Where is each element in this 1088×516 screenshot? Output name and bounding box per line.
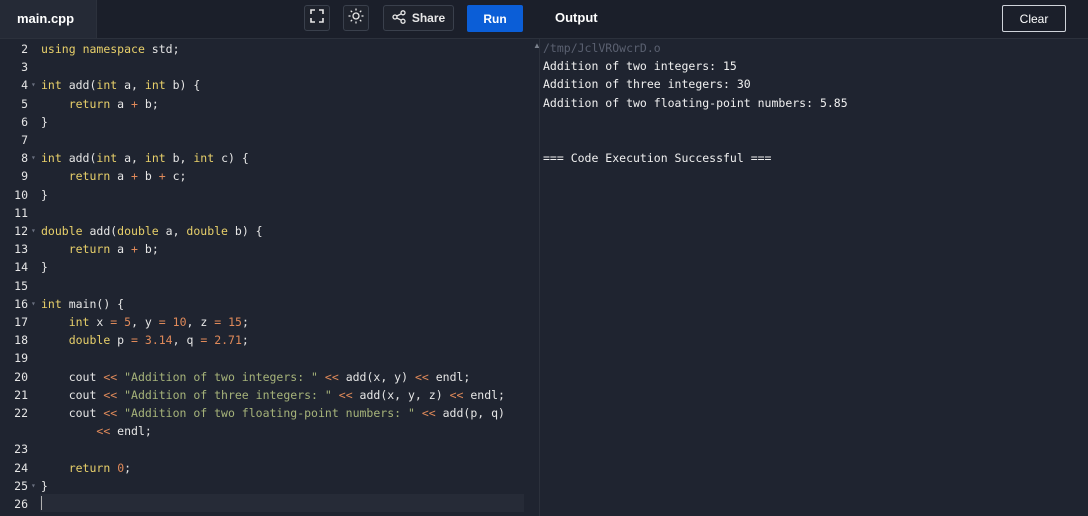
fold-arrow-icon[interactable]: ▾ (31, 76, 36, 94)
code-line[interactable]: 12 ▾ double add(double a, double b) { (0, 222, 539, 240)
sun-icon (348, 8, 364, 29)
share-icon (392, 9, 406, 27)
output-title: Output (555, 10, 598, 25)
code-text: using namespace std; (41, 42, 180, 56)
output-line: Addition of two integers: 15 (543, 59, 737, 73)
code-line[interactable]: 8 ▾ int add(int a, int b, int c) { (0, 149, 539, 167)
code-text: return 0; (68, 460, 132, 475)
code-line[interactable]: 4 ▾ int add(int a, int b) { (0, 76, 539, 94)
fold-arrow-icon[interactable]: ▾ (31, 222, 36, 240)
code-text: int add(int a, int b, int c) { (41, 151, 249, 166)
code-line[interactable]: 19 (0, 349, 539, 367)
code-line[interactable]: 2 using namespace std; (0, 40, 539, 58)
line-number: 9 (21, 169, 28, 184)
code-line[interactable]: 23 (0, 440, 539, 458)
code-line[interactable]: 3 (0, 58, 539, 76)
share-button[interactable]: Share (383, 5, 454, 31)
line-number: 11 (14, 205, 28, 220)
code-line[interactable]: 17 int x = 5, y = 10, z = 15; (0, 313, 539, 331)
code-line[interactable]: 15 (0, 277, 539, 295)
code-text: << endl; (96, 424, 152, 439)
line-number: 18 (14, 333, 28, 348)
code-line[interactable]: 5 return a + b; (0, 95, 539, 113)
code-line[interactable]: 11 (0, 204, 539, 222)
fullscreen-icon (310, 8, 324, 28)
code-line[interactable]: 22 cout << "Addition of two floating-poi… (0, 404, 539, 422)
line-number: 25 (14, 478, 28, 493)
line-number: 26 (14, 497, 28, 511)
code-line[interactable]: 7 (0, 131, 539, 149)
top-toolbar: main.cpp Share Run Output Clear (0, 0, 1088, 39)
code-text: int add(int a, int b) { (41, 78, 201, 93)
code-text: return a + b + c; (68, 169, 187, 184)
line-number: 20 (14, 369, 28, 384)
line-number: 24 (14, 460, 28, 475)
code-text: cout << "Addition of two integers: " << … (41, 369, 471, 384)
code-line[interactable]: 13 return a + b; (0, 240, 539, 258)
line-number: 16 (14, 296, 28, 311)
line-number: 23 (14, 442, 28, 457)
share-label: Share (411, 11, 446, 25)
code-line[interactable]: 26 (0, 495, 539, 513)
code-text: return a + b; (68, 96, 159, 111)
fold-arrow-icon[interactable]: ▾ (31, 477, 36, 495)
code-line[interactable]: 9 return a + b + c; (0, 167, 539, 185)
line-number: 13 (14, 242, 28, 257)
code-line[interactable]: 24 return 0; (0, 459, 539, 477)
code-text: double p = 3.14, q = 2.71; (68, 333, 249, 348)
line-number: 4 (21, 78, 28, 93)
code-text: return a + b; (68, 242, 159, 257)
output-path: /tmp/JclVROwcrD.o (543, 41, 661, 55)
file-tab[interactable]: main.cpp (0, 0, 97, 38)
code-line[interactable]: 18 double p = 3.14, q = 2.71; (0, 331, 539, 349)
fold-arrow-icon[interactable]: ▾ (31, 295, 36, 313)
code-line[interactable]: 10} (0, 186, 539, 204)
output-line: Addition of three integers: 30 (543, 77, 751, 92)
fullscreen-button[interactable] (304, 5, 330, 31)
line-number: 14 (14, 260, 28, 275)
output-panel: /tmp/JclVROwcrD.o Addition of two intege… (540, 39, 1088, 516)
line-number: 12 (14, 224, 28, 238)
code-line[interactable]: 21 cout << "Addition of three integers: … (0, 386, 539, 404)
line-number: 21 (14, 387, 28, 402)
code-line[interactable]: 20 cout << "Addition of two integers: " … (0, 368, 539, 386)
code-line[interactable]: 16 ▾ int main() { (0, 295, 539, 313)
line-number: 19 (14, 351, 28, 366)
code-text: cout << "Addition of two floating-point … (41, 406, 505, 420)
line-number: 7 (21, 133, 28, 147)
line-number: 5 (21, 96, 28, 111)
code-line[interactable]: << endl; (0, 422, 539, 440)
line-number: 10 (14, 187, 28, 202)
theme-toggle-button[interactable] (343, 5, 369, 31)
code-editor[interactable]: ▲ 2using namespace std;34▾int add(int a,… (0, 39, 540, 516)
line-number: 17 (14, 315, 28, 329)
clear-button[interactable]: Clear (1002, 5, 1066, 32)
code-text: } (41, 260, 48, 275)
output-line: === Code Execution Successful === (543, 150, 772, 165)
code-text: cout << "Addition of three integers: " <… (41, 387, 505, 402)
code-line[interactable]: 25 ▾} (0, 477, 539, 495)
line-number: 2 (21, 42, 28, 56)
code-text: int main() { (41, 296, 125, 311)
code-text: } (41, 114, 48, 129)
line-number: 8 (21, 151, 28, 166)
fold-arrow-icon[interactable]: ▾ (31, 149, 36, 167)
line-number: 6 (21, 114, 28, 129)
output-line: Addition of two floating-point numbers: … (543, 95, 848, 110)
code-text: int x = 5, y = 10, z = 15; (68, 315, 249, 329)
code-text: } (41, 478, 48, 493)
code-line[interactable]: 6} (0, 113, 539, 131)
line-number: 3 (21, 60, 28, 75)
code-text: } (41, 187, 48, 202)
line-number: 22 (14, 406, 28, 420)
code-text: double add(double a, double b) { (41, 224, 263, 238)
line-number: 15 (14, 278, 28, 293)
run-button[interactable]: Run (467, 5, 523, 32)
code-line[interactable]: 14} (0, 258, 539, 276)
